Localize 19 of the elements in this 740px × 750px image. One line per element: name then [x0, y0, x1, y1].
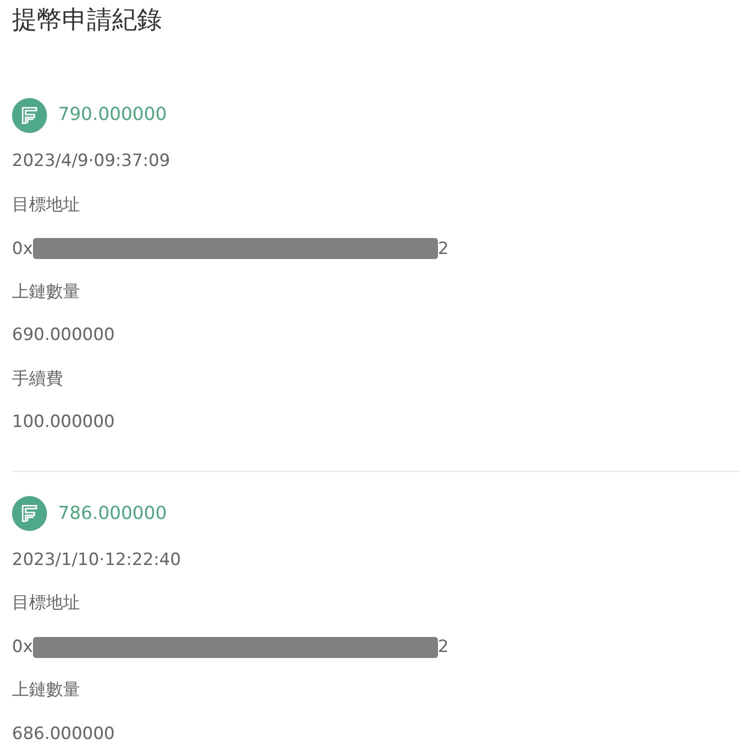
- address-end: 2: [438, 238, 449, 260]
- field-label: 上鏈數量: [12, 679, 81, 702]
- field-value: 100.000000: [12, 411, 116, 434]
- field-label: 目標地址: [12, 592, 81, 615]
- amount-text: 790.000000: [58, 104, 167, 126]
- field-value: 686.000000: [12, 722, 116, 746]
- timestamp: 2023/4/9·09:37:09: [12, 150, 172, 173]
- amount-text: 786.000000: [58, 502, 167, 524]
- page-title: 提幣申請紀錄: [12, 4, 162, 36]
- field-label: 目標地址: [12, 194, 81, 216]
- field-value: 690.000000: [12, 324, 116, 347]
- address-start: 0x: [12, 238, 33, 260]
- coin-icon: [12, 496, 47, 531]
- address-start: 0x: [12, 636, 33, 658]
- field-label: 上鏈數量: [12, 280, 81, 304]
- timestamp: 2023/1/10·12:22:40: [12, 548, 182, 572]
- coin-icon: [12, 98, 47, 132]
- address-end: 2: [438, 636, 449, 658]
- field-label: 手續費: [12, 368, 64, 390]
